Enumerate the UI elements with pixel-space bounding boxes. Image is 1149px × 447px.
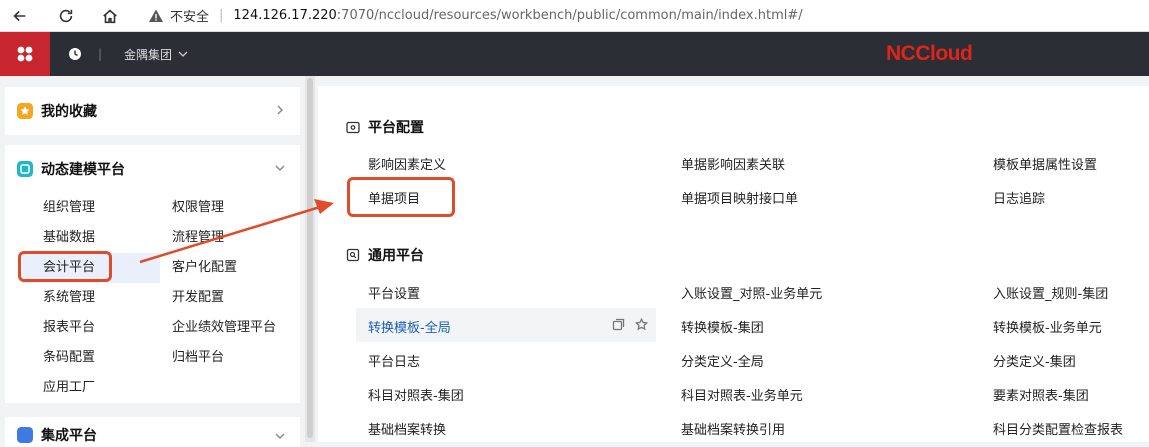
url-host: 124.126.17.220	[233, 8, 337, 23]
platform-config-title: 平台配置	[368, 120, 424, 136]
chevron-down-icon	[178, 51, 188, 57]
url-path: :7070/nccloud/resources/workbench/public…	[336, 8, 803, 23]
link-platform-log[interactable]: 平台日志	[368, 351, 420, 370]
menu-system-management[interactable]: 系统管理	[43, 283, 95, 313]
chevron-down-icon[interactable]	[274, 430, 286, 442]
link-transform-template-global[interactable]: 转换模板-全局	[368, 317, 451, 336]
menu-org-management[interactable]: 组织管理	[43, 193, 95, 223]
app-header: | 金隅集团 NCCloud	[0, 32, 1149, 76]
link-subject-class-report[interactable]: 科目分类配置检查报表	[993, 419, 1123, 438]
open-window-icon[interactable]	[612, 318, 625, 331]
annotation-box-bill-item	[347, 177, 455, 217]
annotation-box-sidebar	[18, 251, 112, 282]
favorites-title: 我的收藏	[41, 104, 97, 120]
general-platform-title: 通用平台	[368, 248, 424, 264]
link-subject-map-group[interactable]: 科目对照表-集团	[368, 385, 464, 404]
menu-report-platform[interactable]: 报表平台	[43, 313, 95, 343]
link-log-trace[interactable]: 日志追踪	[993, 188, 1045, 207]
star-icon	[17, 103, 33, 119]
cube-icon	[17, 161, 33, 177]
menu-app-factory[interactable]: 应用工厂	[43, 373, 95, 403]
address-bar[interactable]: 不安全 | 124.126.17.220:7070/nccloud/resour…	[148, 6, 803, 25]
sidebar-scrollbar-thumb[interactable]	[307, 78, 313, 438]
flower-logo-icon	[17, 46, 33, 62]
link-posting-map-bu[interactable]: 入账设置_对照-业务单元	[681, 283, 822, 302]
chevron-down-icon[interactable]	[274, 162, 286, 174]
back-icon[interactable]	[8, 4, 32, 28]
browser-toolbar: 不安全 | 124.126.17.220:7070/nccloud/resour…	[0, 0, 1149, 32]
warning-icon	[149, 9, 163, 22]
menu-barcode-config[interactable]: 条码配置	[43, 343, 95, 373]
favorites-card[interactable]: 我的收藏	[5, 87, 300, 135]
general-platform-heading: 通用平台	[346, 245, 424, 265]
dynamic-modeling-title: 动态建模平台	[41, 162, 125, 178]
link-element-map-group[interactable]: 要素对照表-集团	[993, 385, 1089, 404]
search-doc-icon	[346, 248, 360, 262]
link-category-def-global[interactable]: 分类定义-全局	[681, 351, 764, 370]
link-bill-impact-assoc[interactable]: 单据影响因素关联	[681, 154, 785, 173]
link-impact-factor-def[interactable]: 影响因素定义	[368, 154, 446, 173]
reload-icon[interactable]	[54, 4, 78, 28]
integration-title: 集成平台	[41, 428, 97, 444]
link-transform-template-bu[interactable]: 转换模板-业务单元	[993, 317, 1102, 336]
link-category-def-group[interactable]: 分类定义-集团	[993, 351, 1076, 370]
link-transform-template-group[interactable]: 转换模板-集团	[681, 317, 764, 336]
menu-process-management[interactable]: 流程管理	[172, 223, 224, 253]
app-menu-button[interactable]	[0, 32, 50, 76]
group-name: 金隅集团	[124, 47, 173, 62]
link-template-bill-attr[interactable]: 模板单据属性设置	[993, 154, 1097, 173]
platform-config-heading: 平台配置	[346, 117, 424, 137]
menu-performance-platform[interactable]: 企业绩效管理平台	[172, 313, 276, 343]
dynamic-modeling-header[interactable]: 动态建模平台	[5, 145, 300, 193]
link-posting-rule-group[interactable]: 入账设置_规则-集团	[993, 283, 1108, 302]
clock-icon[interactable]	[68, 47, 82, 61]
menu-customization[interactable]: 客户化配置	[172, 253, 237, 283]
menu-archive-platform[interactable]: 归档平台	[172, 343, 224, 373]
menu-dev-config[interactable]: 开发配置	[172, 283, 224, 313]
menu-permission-management[interactable]: 权限管理	[172, 193, 224, 223]
folder-icon	[346, 121, 360, 134]
group-selector[interactable]: 金隅集团	[124, 46, 188, 63]
star-outline-icon[interactable]	[635, 318, 648, 331]
link-subject-map-bu[interactable]: 科目对照表-业务单元	[681, 385, 803, 404]
chevron-right-icon[interactable]	[274, 104, 286, 116]
main-content: 平台配置 影响因素定义 单据影响因素关联 模板单据属性设置 单据项目 单据项目映…	[318, 86, 1149, 442]
link-platform-settings[interactable]: 平台设置	[368, 283, 420, 302]
insecure-label: 不安全	[170, 10, 210, 25]
header-divider: |	[98, 47, 103, 61]
link-bill-item-mapping[interactable]: 单据项目映射接口单	[681, 188, 798, 207]
menu-basic-data[interactable]: 基础数据	[43, 223, 95, 253]
brand-logo: NCCloud	[886, 42, 973, 65]
integration-icon	[17, 427, 33, 443]
link-basic-archive-ref[interactable]: 基础档案转换引用	[681, 419, 785, 438]
row-actions	[612, 318, 648, 331]
link-basic-archive-transform[interactable]: 基础档案转换	[368, 419, 446, 438]
integration-card[interactable]: 集成平台	[5, 417, 300, 447]
address-divider: |	[219, 8, 224, 23]
home-icon[interactable]	[98, 4, 122, 28]
